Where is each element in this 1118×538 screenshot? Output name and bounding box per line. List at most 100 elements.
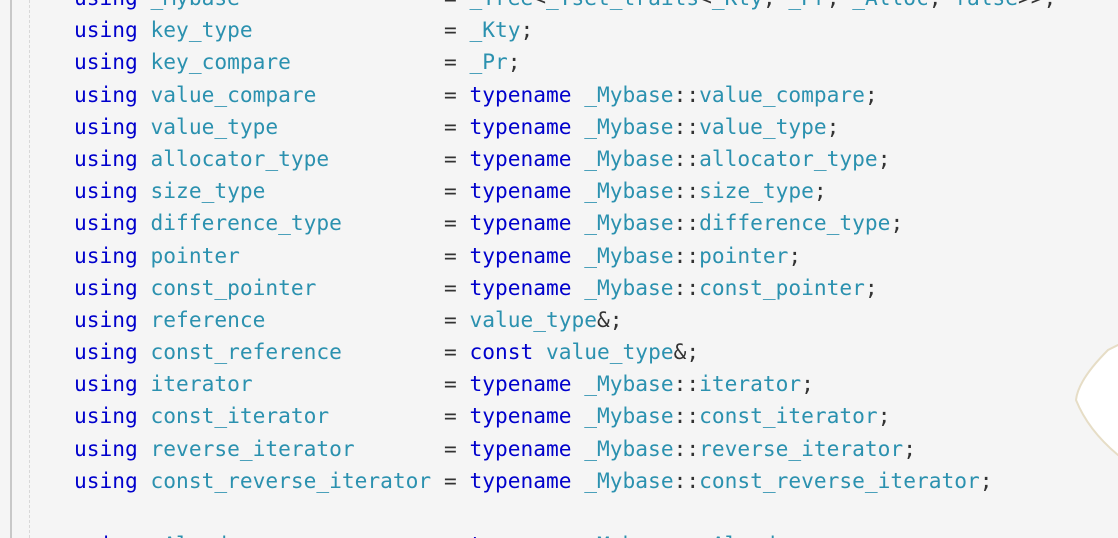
type-token: _Alloc — [852, 0, 929, 10]
code-line[interactable]: using reverse_iterator = typename _Mybas… — [74, 433, 1056, 465]
alignment-padding — [240, 243, 444, 268]
punctuation-token: < — [533, 0, 546, 10]
code-line[interactable]: using iterator = typename _Mybase::itera… — [74, 368, 1056, 400]
assign-operator: = — [443, 178, 470, 204]
code-line[interactable]: using const_reverse_iterator = typename … — [74, 465, 1056, 497]
alignment-padding — [316, 275, 444, 300]
keyword-token: typename — [469, 81, 585, 107]
punctuation-token: ; — [826, 113, 840, 139]
assign-operator: = — [443, 81, 470, 107]
assign-operator: = — [443, 467, 470, 493]
punctuation-token: :: — [673, 371, 700, 397]
punctuation-token: :: — [673, 81, 700, 107]
code-block[interactable]: using _Mybase = _Tree<_Tset_traits<_Kty,… — [74, 0, 1056, 538]
keyword-using: using — [74, 17, 138, 43]
alias-name: const_pointer — [150, 274, 317, 300]
type-token: _Alnode — [699, 532, 788, 538]
type-token: const_reverse_iterator — [699, 467, 980, 493]
type-token: _Mybase — [584, 242, 674, 268]
keyword-token: typename — [469, 467, 585, 493]
type-token: _Mybase — [584, 371, 674, 397]
keyword-token: typename — [469, 274, 585, 300]
code-line[interactable]: using _Alnode = typename _Mybase::_Alnod… — [74, 529, 1056, 538]
code-line[interactable]: using const_pointer = typename _Mybase::… — [74, 272, 1056, 304]
alignment-padding — [278, 114, 444, 139]
assign-operator: = — [443, 339, 470, 365]
type-token: const_pointer — [699, 274, 865, 300]
alias-name: difference_type — [150, 210, 342, 236]
code-line[interactable]: using difference_type = typename _Mybase… — [74, 207, 1056, 239]
punctuation-token: < — [699, 0, 712, 10]
code-editor-viewport[interactable]: using _Mybase = _Tree<_Tset_traits<_Kty,… — [0, 0, 1118, 538]
code-line[interactable]: using key_compare = _Pr; — [74, 46, 1056, 78]
keyword-token: typename — [469, 178, 585, 204]
assign-operator: = — [443, 274, 470, 300]
code-line[interactable]: using value_type = typename _Mybase::val… — [74, 111, 1056, 143]
type-token: pointer — [699, 242, 789, 268]
type-token: _Pr — [469, 49, 508, 75]
code-line[interactable]: using reference = value_type&; — [74, 304, 1056, 336]
punctuation-token: ; — [813, 178, 827, 204]
punctuation-token: :: — [673, 178, 700, 204]
assign-operator: = — [443, 403, 470, 429]
alias-name: value_type — [150, 113, 279, 139]
code-line[interactable]: using allocator_type = typename _Mybase:… — [74, 143, 1056, 175]
alignment-padding — [329, 146, 444, 171]
alignment-padding — [265, 178, 444, 203]
type-token: _Mybase — [584, 467, 674, 493]
punctuation-token: &; — [673, 339, 700, 365]
assign-operator: = — [444, 0, 470, 10]
type-token: reverse_iterator — [699, 435, 904, 461]
keyword-using: using — [74, 403, 138, 429]
type-token: const_iterator — [699, 403, 878, 429]
editor-left-border — [10, 0, 12, 538]
type-token: _Mybase — [584, 178, 674, 204]
punctuation-token: ; — [788, 532, 801, 538]
code-line[interactable]: using value_compare = typename _Mybase::… — [74, 79, 1056, 111]
type-token: value_type — [546, 339, 674, 365]
assign-operator: = — [443, 242, 470, 268]
code-line[interactable]: using pointer = typename _Mybase::pointe… — [74, 240, 1056, 272]
keyword-token: typename — [469, 242, 585, 268]
indent-guide — [29, 0, 30, 538]
punctuation-token: , — [763, 0, 789, 10]
type-token: _Mybase — [584, 81, 674, 107]
alias-name: _Alnode — [151, 532, 240, 538]
type-token: value_type — [469, 306, 598, 332]
punctuation-token: :: — [673, 403, 700, 429]
keyword-using: using — [74, 0, 138, 10]
punctuation-token: :: — [673, 210, 700, 236]
type-token: false — [954, 0, 1018, 10]
code-line[interactable]: using const_iterator = typename _Mybase:… — [74, 400, 1056, 432]
code-line[interactable]: using _Mybase = _Tree<_Tset_traits<_Kty,… — [74, 0, 1056, 14]
keyword-using: using — [74, 210, 138, 236]
alias-name: const_iterator — [150, 403, 330, 429]
type-token: _Mybase — [584, 274, 674, 300]
keyword-using: using — [74, 178, 138, 204]
keyword-using: using — [74, 435, 138, 461]
code-line[interactable]: using size_type = typename _Mybase::size… — [74, 175, 1056, 207]
alias-name: const_reference — [150, 339, 342, 365]
type-token: iterator — [699, 371, 802, 397]
assign-operator: = — [443, 306, 470, 332]
type-token: _Mybase — [584, 145, 674, 171]
keyword-using: using — [74, 113, 138, 139]
assign-operator: = — [444, 532, 470, 538]
code-line[interactable]: using const_reference = const value_type… — [74, 336, 1056, 368]
type-token: value_type — [699, 113, 827, 139]
type-token: _Tset_traits — [546, 0, 699, 10]
punctuation-token: , — [929, 0, 955, 10]
punctuation-token: :: — [673, 242, 700, 268]
punctuation-token: :: — [673, 274, 700, 300]
keyword-token: typename — [469, 210, 585, 236]
assign-operator: = — [443, 113, 470, 139]
type-token: size_type — [699, 178, 814, 204]
alias-name: pointer — [150, 242, 240, 268]
type-token: _Kty — [469, 17, 521, 43]
assign-operator: = — [443, 145, 470, 171]
code-line[interactable]: using key_type = _Kty; — [74, 14, 1056, 46]
alignment-padding — [355, 436, 444, 461]
alignment-padding — [291, 49, 444, 74]
alignment-padding — [316, 82, 444, 107]
